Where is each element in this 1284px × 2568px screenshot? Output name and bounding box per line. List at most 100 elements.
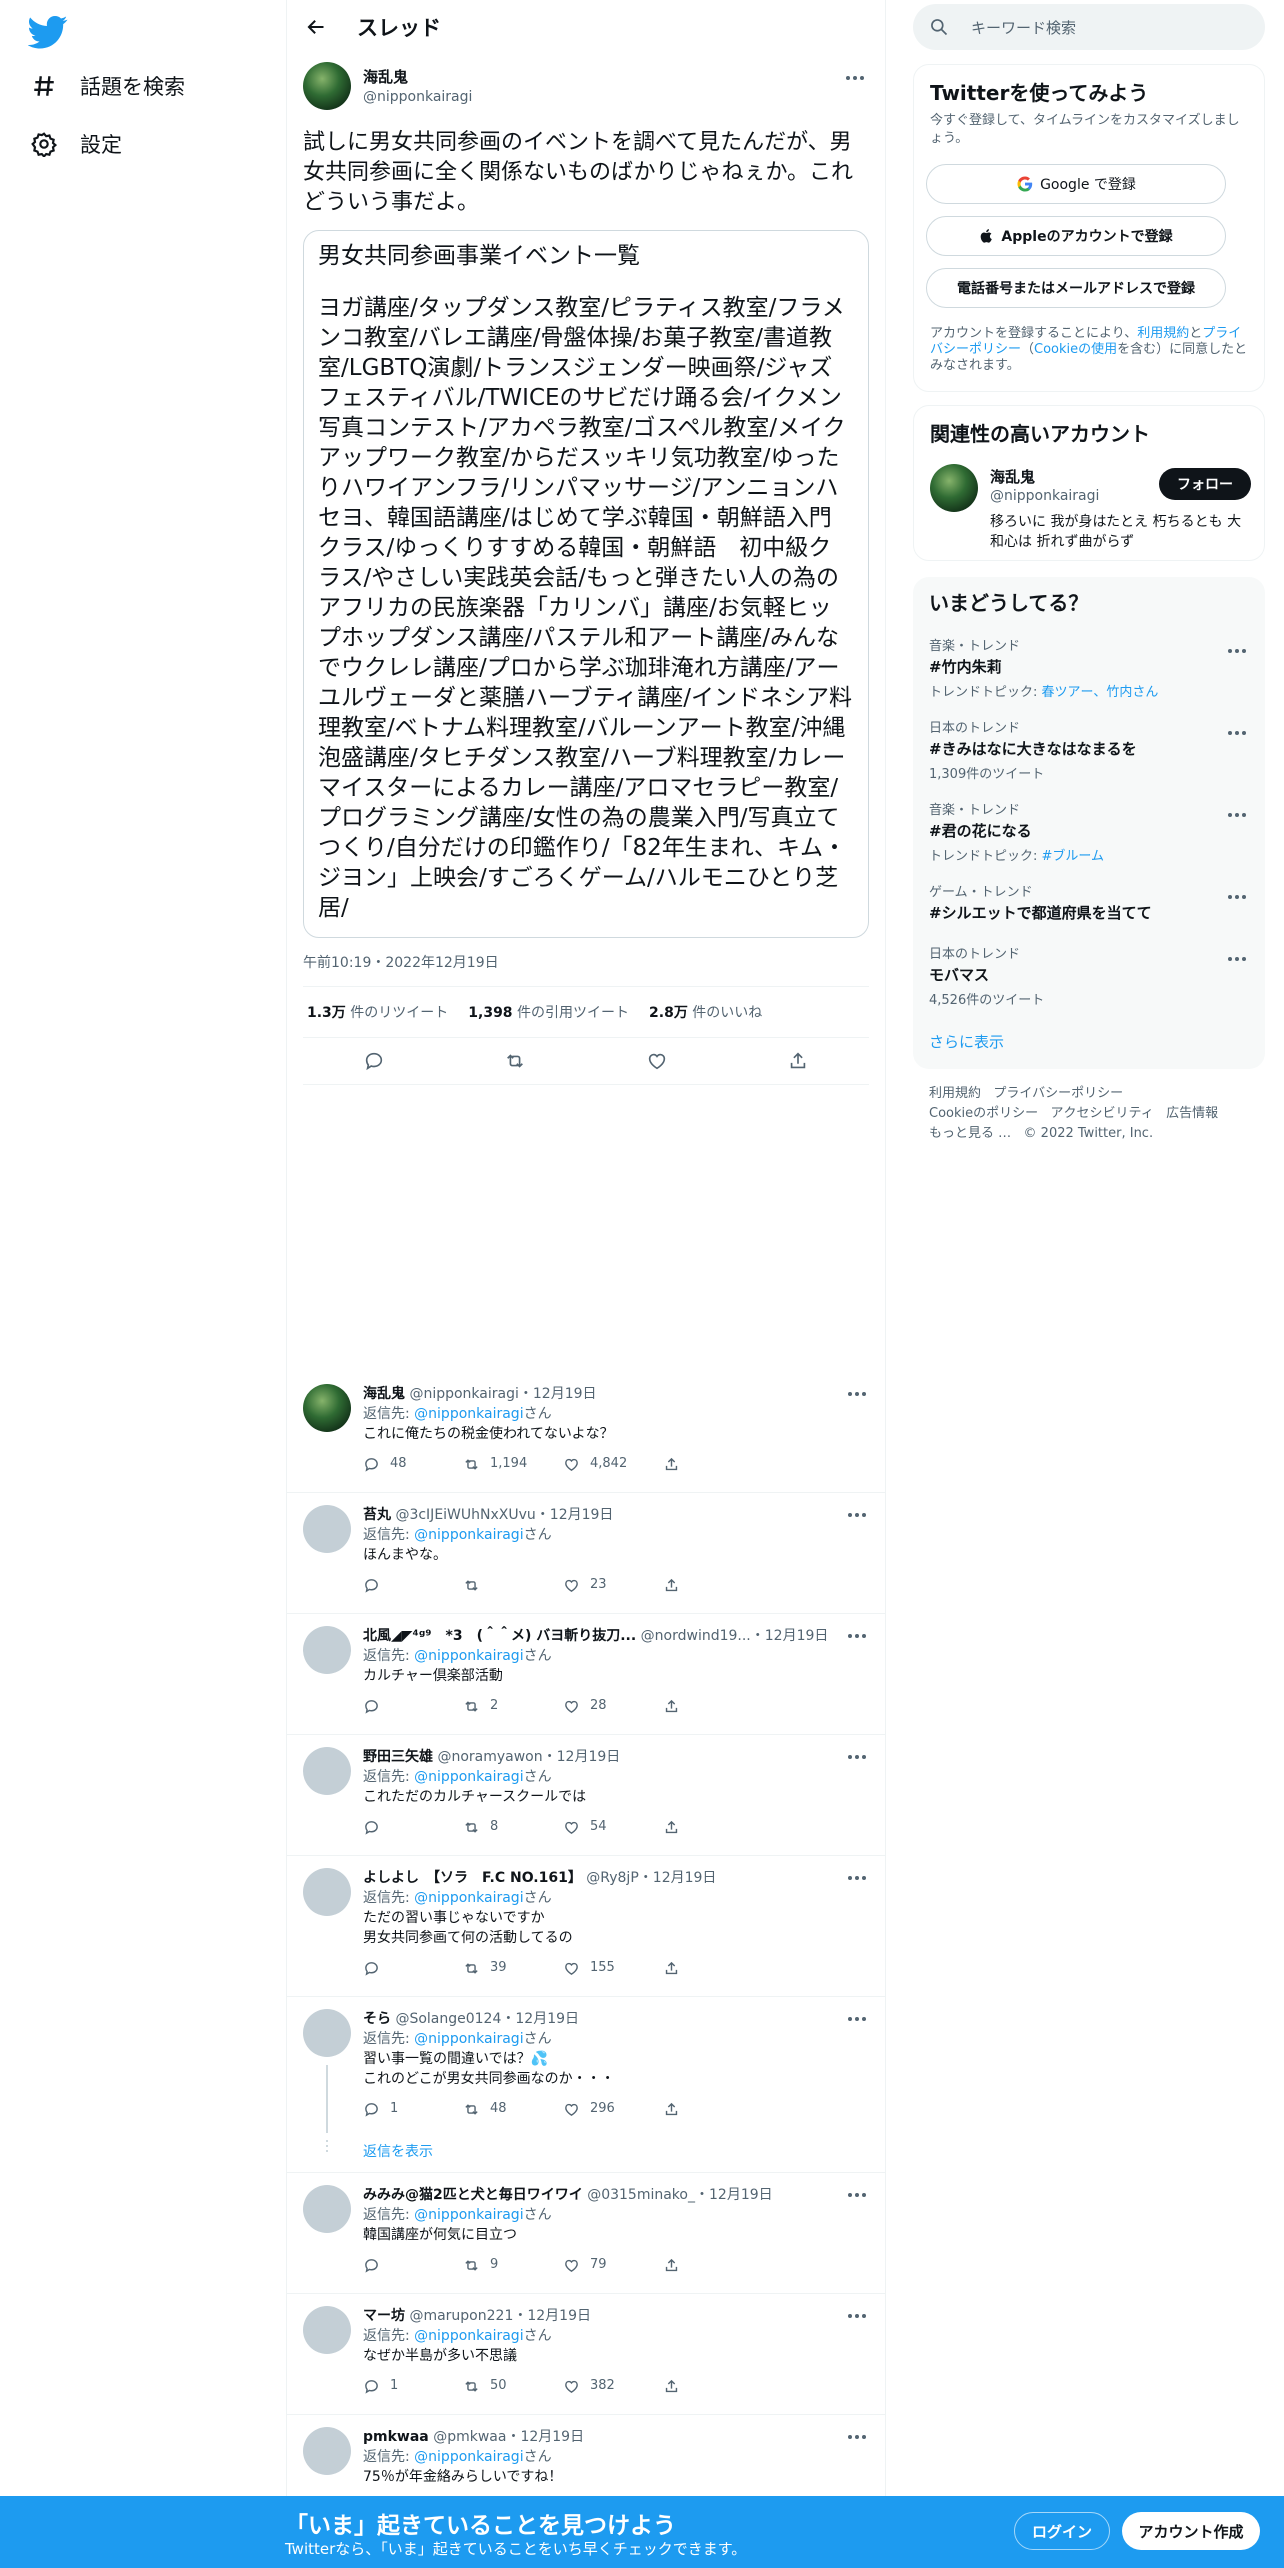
nav-settings[interactable]: 設定 [28, 116, 122, 172]
reply-author-handle[interactable]: @3cIJEiWUhNxXUvu [395, 1507, 535, 1523]
author-handle[interactable]: @nipponkairagi [363, 89, 472, 105]
like-button[interactable]: 382 [563, 2376, 663, 2396]
reply-author-handle[interactable]: @nipponkairagi [409, 1386, 518, 1402]
related-name[interactable]: 海乱鬼 [990, 466, 1035, 487]
reply-tweet[interactable]: よしよし 【ソラ F.C NO.161】 @Ry8jP・12月19日 返信先: … [287, 1856, 885, 1997]
reply-tweet[interactable]: そら @Solange0124・12月19日 返信先: @nipponkaira… [287, 1997, 885, 2173]
share-button[interactable] [663, 1698, 763, 1715]
reply-author-name[interactable]: そら [363, 2011, 391, 2027]
reply-button[interactable] [363, 1698, 463, 1715]
replying-to-link[interactable]: @nipponkairagi [414, 2449, 523, 2465]
share-button[interactable] [663, 1819, 763, 1836]
reply-author-name[interactable]: 北風◢◤⁴ᵍ⁹ *3 (＾＾メ) バヨ斬り抜刀... [363, 1628, 636, 1644]
reply-author-handle[interactable]: @0315minako_ [587, 2187, 695, 2203]
quote-count[interactable]: 1,398 件の引用ツイート [468, 1002, 629, 1022]
reply-tweet[interactable]: pmkwaa @pmkwaa・12月19日 返信先: @nipponkairag… [287, 2415, 885, 2496]
share-button[interactable] [663, 2257, 763, 2274]
reply-date[interactable]: ・12月19日 [506, 2429, 584, 2445]
more-options-icon[interactable] [1225, 639, 1249, 663]
replying-to-link[interactable]: @nipponkairagi [414, 1769, 523, 1785]
nav-explore[interactable]: 話題を検索 [28, 58, 185, 114]
reply-button[interactable] [363, 2257, 463, 2274]
avatar[interactable] [303, 2185, 351, 2233]
reply-date[interactable]: ・12月19日 [519, 1386, 597, 1402]
share-icon[interactable] [786, 1049, 810, 1073]
search-input[interactable]: キーワード検索 [971, 17, 1076, 38]
reply-date[interactable]: ・12月19日 [513, 2308, 591, 2324]
share-button[interactable] [663, 1456, 763, 1473]
share-button[interactable] [663, 2378, 763, 2395]
reply-button[interactable]: 48 [363, 1454, 463, 1474]
avatar[interactable] [303, 1626, 351, 1674]
retweet-button[interactable] [463, 1577, 563, 1594]
retweet-button[interactable]: 1,194 [463, 1454, 563, 1474]
like-button[interactable]: 296 [563, 2099, 663, 2119]
reply-date[interactable]: ・12月19日 [639, 1870, 717, 1886]
search-box[interactable]: キーワード検索 [913, 4, 1265, 50]
reply-tweet[interactable]: 海乱鬼 @nipponkairagi・12月19日 返信先: @nipponka… [287, 1372, 885, 1493]
show-more-link[interactable]: さらに表示 [929, 1031, 1004, 1052]
more-options-icon[interactable] [1225, 885, 1249, 909]
like-button[interactable]: 23 [563, 1575, 663, 1595]
more-options-icon[interactable] [1225, 721, 1249, 745]
replying-to-link[interactable]: @nipponkairagi [414, 2207, 523, 2223]
reply-button[interactable] [363, 1577, 463, 1594]
footer-terms-link[interactable]: 利用規約 [929, 1086, 981, 1101]
footer-ads-link[interactable]: 広告情報 [1166, 1106, 1218, 1121]
reply-date[interactable]: ・12月19日 [695, 2187, 773, 2203]
reply-author-name[interactable]: 苔丸 [363, 1507, 391, 1523]
reply-button[interactable]: 1 [363, 2376, 463, 2396]
like-button[interactable]: 28 [563, 1696, 663, 1716]
reply-author-handle[interactable]: @Solange0124 [395, 2011, 501, 2027]
trend-item[interactable]: 日本のトレンド #きみはなに大きなはなまるを 1,309件のツイート [929, 717, 1249, 782]
replying-to-link[interactable]: @nipponkairagi [414, 1890, 523, 1906]
reply-author-handle[interactable]: @noramyawon [437, 1749, 542, 1765]
follow-button[interactable]: フォロー [1159, 468, 1251, 500]
retweet-button[interactable]: 39 [463, 1958, 563, 1978]
like-count[interactable]: 2.8万 件のいいね [649, 1002, 762, 1022]
author-name[interactable]: 海乱鬼 [363, 66, 472, 87]
retweet-button[interactable]: 9 [463, 2255, 563, 2275]
reply-author-name[interactable]: マー坊 [363, 2308, 405, 2324]
reply-icon[interactable] [362, 1049, 386, 1073]
tweet-timestamp[interactable]: 午前10:19・2022年12月19日 [303, 952, 869, 972]
reply-date[interactable]: ・12月19日 [536, 1507, 614, 1523]
reply-author-name[interactable]: 海乱鬼 [363, 1386, 405, 1402]
reply-author-name[interactable]: みみみ@猫2匹と犬と毎日ワイワイ [363, 2187, 583, 2203]
retweet-button[interactable]: 50 [463, 2376, 563, 2396]
create-account-button[interactable]: アカウント作成 [1122, 2512, 1260, 2550]
reply-button[interactable] [363, 1960, 463, 1977]
avatar[interactable] [303, 1505, 351, 1553]
reply-author-name[interactable]: よしよし 【ソラ F.C NO.161】 [363, 1870, 582, 1886]
apple-signup-button[interactable]: Appleのアカウントで登録 [926, 216, 1226, 256]
terms-link[interactable]: 利用規約 [1137, 326, 1189, 341]
avatar[interactable] [303, 2306, 351, 2354]
replying-to-link[interactable]: @nipponkairagi [414, 1527, 523, 1543]
reply-date[interactable]: ・12月19日 [543, 1749, 621, 1765]
login-button[interactable]: ログイン [1014, 2512, 1110, 2550]
footer-more-link[interactable]: もっと見る … [929, 1126, 1011, 1141]
avatar[interactable] [303, 1747, 351, 1795]
reply-tweet[interactable]: マー坊 @marupon221・12月19日 返信先: @nipponkaira… [287, 2294, 885, 2415]
trend-item[interactable]: 音楽・トレンド #竹内朱莉 トレンドトピック: 春ツアー、竹内さん [929, 635, 1249, 700]
like-button[interactable]: 155 [563, 1958, 663, 1978]
reply-tweet[interactable]: みみみ@猫2匹と犬と毎日ワイワイ @0315minako_・12月19日 返信先… [287, 2173, 885, 2294]
cookie-link[interactable]: Cookieの使用 [1034, 342, 1117, 357]
reply-author-name[interactable]: pmkwaa [363, 2429, 429, 2445]
show-replies-link[interactable]: 返信を表示 [363, 2141, 433, 2161]
trend-item[interactable]: 日本のトレンド モバマス 4,526件のツイート [929, 943, 1249, 1008]
reply-date[interactable]: ・12月19日 [501, 2011, 579, 2027]
footer-privacy-link[interactable]: プライバシーポリシー [993, 1086, 1123, 1101]
trend-item[interactable]: ゲーム・トレンド #シルエットで都道府県を当てて [929, 881, 1249, 923]
reply-button[interactable] [363, 1819, 463, 1836]
like-button[interactable]: 79 [563, 2255, 663, 2275]
like-icon[interactable] [645, 1049, 669, 1073]
reply-author-handle[interactable]: @nordwind19... [641, 1628, 751, 1644]
tweet-image-card[interactable]: 男女共同参画事業イベント一覧 ヨガ講座/タップダンス教室/ピラティス教室/フラメ… [303, 230, 869, 938]
avatar[interactable] [930, 464, 978, 512]
reply-tweet[interactable]: 野田三矢雄 @noramyawon・12月19日 返信先: @nipponkai… [287, 1735, 885, 1856]
google-signup-button[interactable]: Google で登録 [926, 164, 1226, 204]
footer-cookie-link[interactable]: Cookieのポリシー [929, 1106, 1038, 1121]
retweet-icon[interactable] [503, 1049, 527, 1073]
share-button[interactable] [663, 1960, 763, 1977]
